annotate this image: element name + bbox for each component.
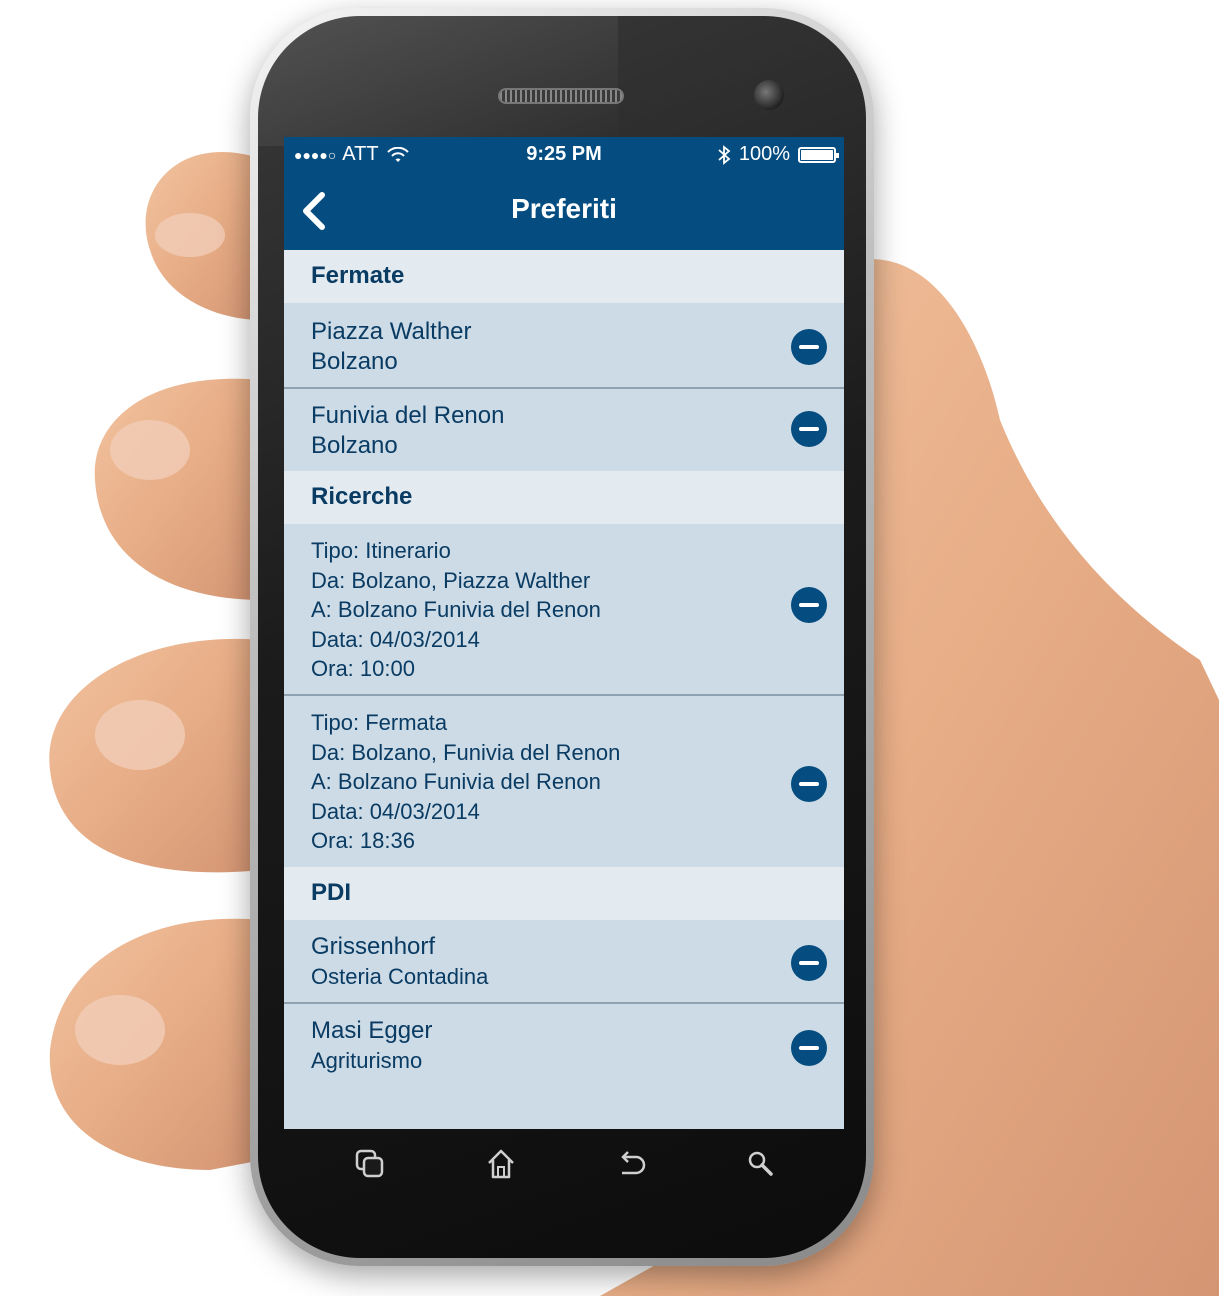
search-icon[interactable] <box>744 1147 778 1181</box>
section-header-fermate: Fermate <box>284 250 844 303</box>
search-time: Ora: 18:36 <box>311 828 415 853</box>
item-subtitle: Agriturismo <box>311 1048 423 1073</box>
battery-percent: 100% <box>738 143 790 165</box>
search-date: Data: 04/03/2014 <box>311 798 480 824</box>
remove-favorite-button[interactable] <box>791 1030 827 1066</box>
search-from: Da: Bolzano, Piazza Walther <box>311 567 591 593</box>
battery-level-fill <box>801 149 833 160</box>
remove-favorite-button[interactable] <box>791 945 827 981</box>
item-title: Masi Egger <box>311 1017 433 1044</box>
search-type: Tipo: Itinerario <box>311 538 451 563</box>
search-to: A: Bolzano Funivia del Renon <box>311 597 601 622</box>
home-icon[interactable] <box>484 1147 518 1181</box>
search-to: A: Bolzano Funivia del Renon <box>311 769 601 794</box>
navigation-bar: Preferiti <box>284 173 844 250</box>
item-title: Piazza Walther <box>311 318 472 345</box>
list-item-poi[interactable]: Masi Egger Agriturismo <box>284 1004 844 1124</box>
item-title: Grissenhorf <box>311 933 436 960</box>
list-item-stop[interactable]: Piazza Walther Bolzano <box>284 303 844 389</box>
favorites-list: Fermate Piazza Walther Bolzano Funivia d… <box>284 250 844 1124</box>
item-subtitle: Osteria Contadina <box>311 964 489 989</box>
status-right: 100% <box>717 143 839 166</box>
bluetooth-icon <box>718 144 731 165</box>
front-camera <box>754 80 784 110</box>
search-type: Tipo: Fermata <box>311 710 448 735</box>
search-from: Da: Bolzano, Funivia del Renon <box>311 739 621 765</box>
search-time: Ora: 10:00 <box>311 656 415 681</box>
page-title: Preferiti <box>511 193 617 224</box>
recent-apps-icon[interactable] <box>353 1147 387 1181</box>
list-item-search[interactable]: Tipo: Itinerario Da: Bolzano, Piazza Wal… <box>284 524 844 696</box>
app-screen: ●●●●○ ATT 9:25 PM 100% Preferiti Fermate… <box>284 137 844 1129</box>
phone-gloss <box>258 16 618 146</box>
status-bar: ●●●●○ ATT 9:25 PM 100% <box>284 137 844 173</box>
section-header-ricerche: Ricerche <box>284 471 844 524</box>
remove-favorite-button[interactable] <box>791 766 827 802</box>
list-item-stop[interactable]: Funivia del Renon Bolzano <box>284 389 844 471</box>
speaker-grille <box>498 88 624 104</box>
list-item-search[interactable]: Tipo: Fermata Da: Bolzano, Funivia del R… <box>284 696 844 867</box>
section-header-pdi: PDI <box>284 867 844 920</box>
item-title: Funivia del Renon <box>311 402 505 429</box>
remove-favorite-button[interactable] <box>791 587 827 623</box>
item-subtitle: Bolzano <box>311 432 398 459</box>
remove-favorite-button[interactable] <box>791 411 827 447</box>
battery-icon <box>798 146 839 163</box>
item-subtitle: Bolzano <box>311 348 398 375</box>
list-item-poi[interactable]: Grissenhorf Osteria Contadina <box>284 920 844 1004</box>
battery-tip <box>836 152 839 158</box>
back-icon[interactable] <box>614 1147 648 1181</box>
remove-favorite-button[interactable] <box>791 329 827 365</box>
search-date: Data: 04/03/2014 <box>311 626 480 652</box>
